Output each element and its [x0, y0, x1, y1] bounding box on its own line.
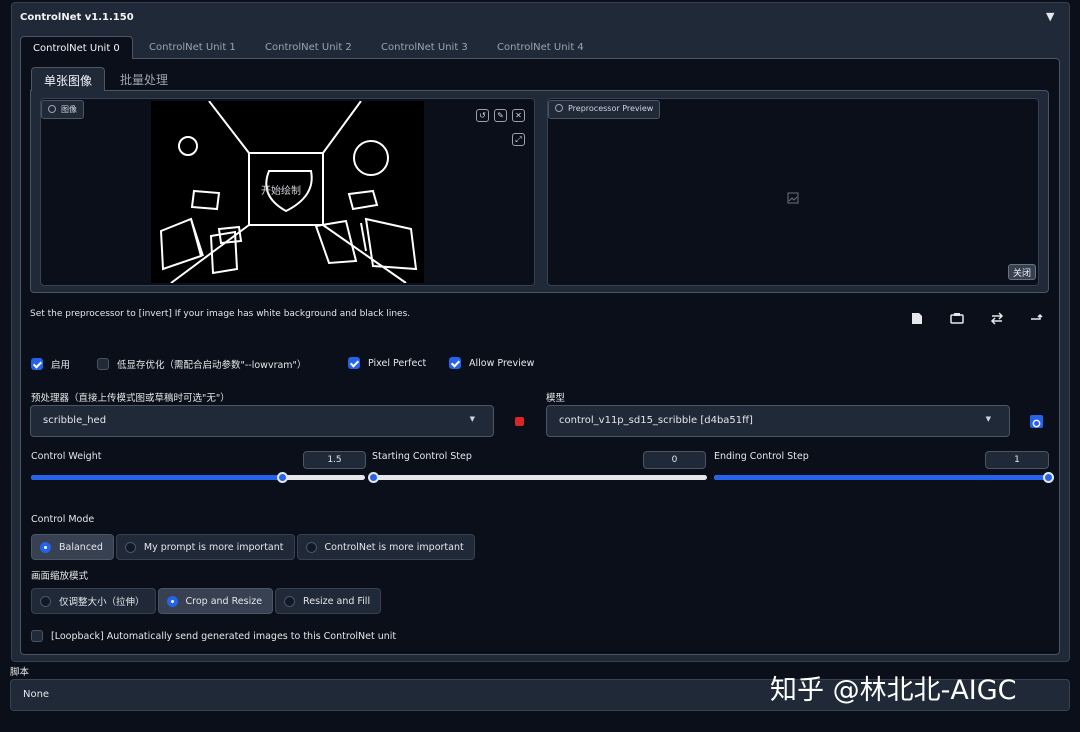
control-weight-slider[interactable]: [31, 472, 365, 483]
brush-icon[interactable]: ⤢: [512, 133, 525, 146]
radio-dot: [124, 541, 136, 553]
radio-dot: [40, 541, 51, 553]
collapse-icon[interactable]: ▼: [1046, 10, 1054, 23]
close-preview-button[interactable]: 关闭: [1008, 264, 1037, 280]
control-mode-group: Balanced My prompt is more important Con…: [31, 534, 477, 560]
model-select[interactable]: control_v11p_sd15_scribble [d4ba51ff] ▼: [546, 405, 1010, 437]
tab-single-image[interactable]: 单张图像: [31, 67, 106, 91]
broken-image-icon: [787, 192, 799, 207]
tab-unit-3[interactable]: ControlNet Unit 3: [369, 36, 480, 59]
swap-icon[interactable]: [990, 312, 1004, 328]
run-preprocessor-icon[interactable]: [515, 417, 524, 426]
model-label: 模型: [546, 393, 566, 404]
undo-icon[interactable]: ↺: [476, 109, 489, 122]
resize-mode-group: 仅调整大小（拉伸） Crop and Resize Resize and Fil…: [31, 588, 383, 614]
control-mode-label: Control Mode: [31, 514, 95, 525]
tab-unit-2[interactable]: ControlNet Unit 2: [253, 36, 364, 59]
lowvram-checkbox[interactable]: 低显存优化（需配合启动参数"--lowvram"）: [97, 357, 306, 371]
image-icon: [555, 104, 563, 112]
slider-thumb[interactable]: [276, 472, 288, 483]
slider-fill: [714, 475, 1048, 480]
chevron-down-icon: ▼: [985, 415, 991, 423]
edit-icon[interactable]: ✎: [494, 109, 507, 122]
allow-preview-checkbox[interactable]: Allow Preview: [449, 357, 534, 369]
chevron-down-icon: ▼: [469, 415, 475, 423]
radio-just-resize[interactable]: 仅调整大小（拉伸）: [31, 588, 156, 614]
slider-thumb[interactable]: [368, 472, 379, 483]
pixel-perfect-check[interactable]: [348, 357, 360, 369]
ending-step-input[interactable]: 1: [985, 451, 1049, 469]
radio-dot: [284, 595, 296, 607]
ending-step-label: Ending Control Step: [714, 451, 809, 462]
preprocessor-select[interactable]: scribble_hed ▼: [30, 405, 494, 437]
preview-box-label: Preprocessor Preview: [548, 100, 661, 119]
send-dimensions-icon[interactable]: [1029, 312, 1043, 327]
clear-icon[interactable]: ✕: [512, 109, 525, 122]
allow-preview-check[interactable]: [449, 357, 461, 369]
enable-check[interactable]: [31, 358, 43, 370]
tab-unit-4[interactable]: ControlNet Unit 4: [485, 36, 596, 59]
resize-mode-label: 画面缩放模式: [31, 571, 89, 582]
script-label: 脚本: [10, 667, 30, 678]
radio-prompt-important[interactable]: My prompt is more important: [115, 534, 295, 560]
radio-dot: [305, 541, 317, 553]
radio-dot: [166, 595, 178, 607]
image-box-label: 图像: [41, 100, 84, 119]
tab-batch[interactable]: 批量处理: [108, 67, 180, 91]
radio-resize-and-fill[interactable]: Resize and Fill: [275, 588, 382, 614]
pixel-perfect-checkbox[interactable]: Pixel Perfect: [348, 357, 426, 369]
image-icon: [48, 105, 56, 113]
loopback-checkbox[interactable]: [Loopback] Automatically send generated …: [31, 630, 396, 642]
panel-title[interactable]: ControlNet v1.1.150: [20, 12, 134, 23]
ending-step-slider[interactable]: [714, 472, 1054, 483]
new-canvas-icon[interactable]: [911, 312, 923, 328]
sketch-canvas[interactable]: 开始绘制: [151, 100, 424, 284]
control-weight-input[interactable]: 1.5: [303, 451, 366, 469]
radio-controlnet-important[interactable]: ControlNet is more important: [296, 534, 475, 560]
tab-unit-1[interactable]: ControlNet Unit 1: [137, 36, 248, 59]
radio-balanced[interactable]: Balanced: [31, 534, 114, 560]
watermark: 知乎 @林北北-AIGC: [770, 675, 1017, 706]
slider-fill: [31, 475, 282, 480]
refresh-models-icon[interactable]: [1030, 415, 1043, 428]
canvas-start-drawing: 开始绘制: [261, 186, 301, 197]
camera-icon[interactable]: [950, 312, 964, 327]
radio-dot: [40, 595, 51, 607]
loopback-check[interactable]: [31, 630, 43, 642]
preprocessor-label: 预处理器（直接上传模式图或草稿时可选"无"）: [31, 393, 230, 404]
starting-step-label: Starting Control Step: [372, 451, 472, 462]
slider-thumb[interactable]: [1043, 472, 1054, 483]
tab-unit-0[interactable]: ControlNet Unit 0: [20, 36, 133, 59]
enable-checkbox[interactable]: 启用: [31, 357, 70, 371]
starting-step-input[interactable]: 0: [643, 451, 706, 469]
invert-hint: Set the preprocessor to [invert] If your…: [30, 309, 411, 319]
starting-step-slider[interactable]: [368, 472, 707, 483]
lowvram-check[interactable]: [97, 358, 109, 370]
control-weight-label: Control Weight: [31, 451, 102, 462]
radio-crop-and-resize[interactable]: Crop and Resize: [157, 588, 274, 614]
